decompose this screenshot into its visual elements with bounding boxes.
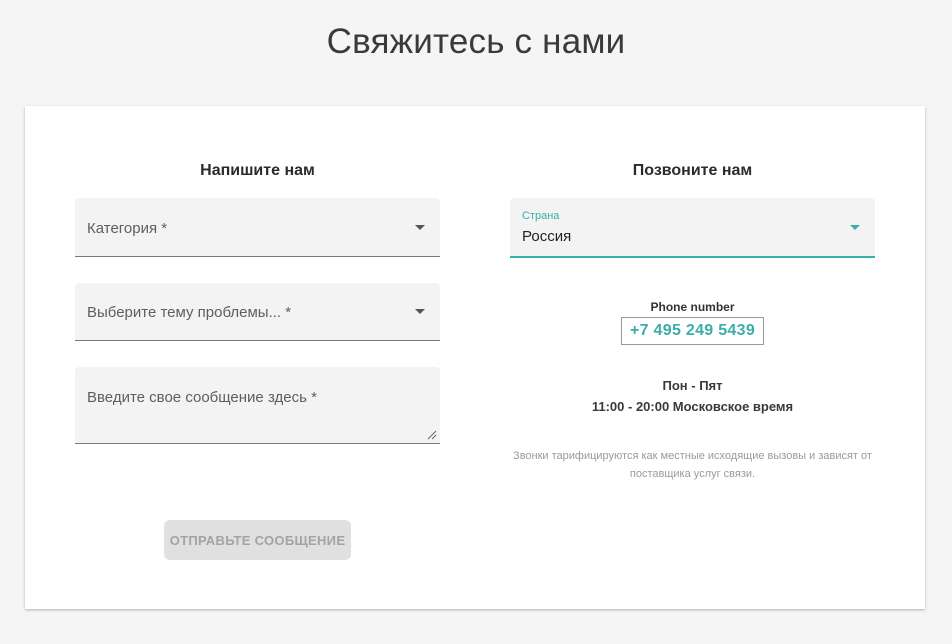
category-select[interactable]: Категория *	[75, 198, 440, 257]
page-title: Свяжитесь с нами	[326, 22, 626, 61]
phone-number-link[interactable]: +7 495 249 5439	[621, 317, 764, 345]
topic-placeholder: Выберите тему проблемы... *	[87, 304, 292, 321]
call-us-heading: Позвоните нам	[632, 162, 753, 179]
country-label: Страна	[522, 210, 560, 222]
working-days: Пон - Пят	[662, 378, 723, 393]
phone-label: Phone number	[650, 300, 735, 314]
message-textarea[interactable]: Введите свое сообщение здесь *	[75, 367, 440, 444]
country-value: Россия	[522, 228, 572, 245]
chevron-down-icon	[415, 225, 425, 230]
resize-grip-icon[interactable]	[427, 430, 437, 440]
message-placeholder: Введите свое сообщение здесь *	[87, 389, 317, 406]
country-select[interactable]: Страна Россия	[510, 198, 875, 258]
send-message-button[interactable]: ОТПРАВЬТЕ СООБЩЕНИЕ	[164, 520, 351, 560]
call-cost-note-line-2: поставщика услуг связи.	[629, 468, 756, 480]
write-us-heading: Напишите нам	[200, 162, 315, 179]
chevron-down-icon	[415, 309, 425, 314]
working-hours: 11:00 - 20:00 Московское время	[591, 399, 794, 414]
contact-card: Напишите нам Категория * Выберите тему п…	[25, 106, 925, 609]
topic-select[interactable]: Выберите тему проблемы... *	[75, 283, 440, 341]
category-placeholder: Категория *	[87, 220, 168, 237]
call-cost-note-line-1: Звонки тарифицируются как местные исходя…	[513, 450, 872, 462]
chevron-down-icon	[850, 225, 860, 230]
